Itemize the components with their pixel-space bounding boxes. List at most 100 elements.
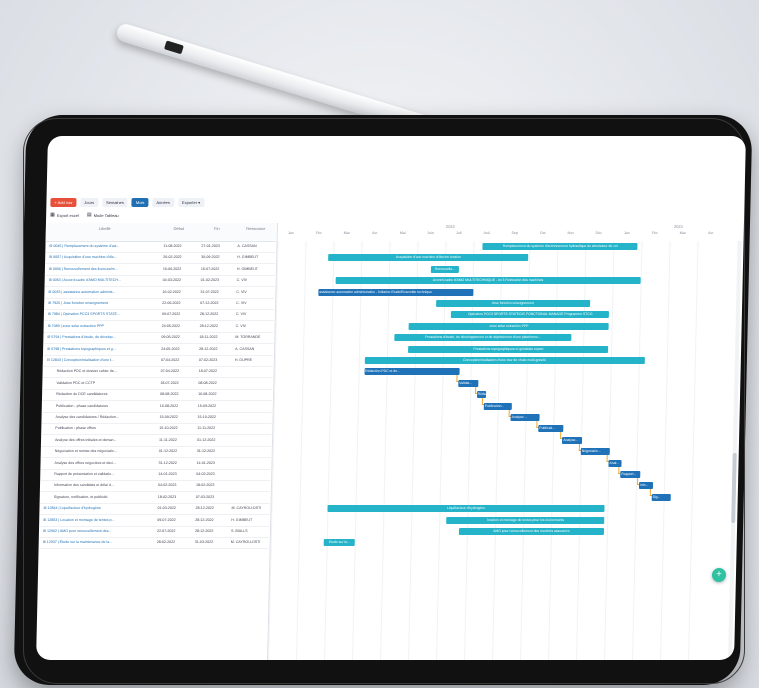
gantt-bar[interactable]: zone solar extraction PPP [409,322,609,330]
gantt-bar[interactable]: Liquéfacteur d'hydrogène [327,505,605,513]
month-label: Juil [455,231,462,235]
export-menu-button[interactable]: Exporter ▾ [177,197,205,207]
task-row[interactable]: ⊞ 12937 | Étude sur la maintenance de la… [38,537,269,550]
gantt-bar[interactable]: AMO pour renouvellement des marchés assu… [458,528,605,535]
task-row[interactable]: Analyse des candidatures / Rédaction... 1… [41,412,272,424]
col-end-header[interactable]: Fin [202,223,232,235]
view-weeks-button[interactable]: Semaines [102,197,129,207]
gantt-bar[interactable]: assistance automation administrative - I… [318,288,474,296]
gantt-bar[interactable]: Prestations topographiques et géodésie e… [408,345,609,353]
gantt-bar[interactable]: Rédac... [476,391,486,399]
gantt-bar[interactable]: Accord-cadre d'AMO MULTITECHNIQUE - lot … [335,277,641,285]
view-years-button[interactable]: Années [152,197,175,207]
task-row[interactable]: Publication - phase candidatures 16-08-20… [41,400,272,413]
task-end-date: 01-12-2022 [197,437,216,442]
gantt-bar[interactable]: Validat... [458,379,478,387]
task-end-date: 30-09-2022 [201,255,220,260]
gantt-bar[interactable]: Négociatio... [580,448,610,456]
task-row[interactable]: ⊞ 0053 | Accord-cadre d'AMO MULTITECH...… [44,275,275,288]
task-row[interactable]: Analyse des offres négociées et deci... 3… [40,457,271,470]
view-months-button[interactable]: Mois [131,197,149,207]
task-row[interactable]: ⊞ 7089 | zone solar extraction PPP 24-05-… [43,320,274,333]
task-end-date: 04-02-2023 [196,472,215,476]
col-label-header[interactable]: Libellé [50,223,160,235]
table-mode-button[interactable]: ▤ Mode Tableau [87,212,119,218]
year-label: 2022 [445,224,455,229]
task-resource: M. TORRANDE [235,335,261,340]
gantt-bar[interactable]: Etude sur la... [323,539,355,547]
month-label: Aoû [483,231,490,235]
task-row[interactable]: Validation PDC et CCTP 18-07-2022 08-08-20… [42,377,273,390]
gantt-bar[interactable]: Analyse... [562,436,583,444]
col-start-header[interactable]: Début [164,223,194,235]
task-row[interactable]: Négociation et remise des négociatio... 0… [40,446,271,459]
gantt-bar[interactable]: Analyse ... [510,414,540,421]
task-label: ⊞ 12937 | Étude sur la maintenance de la… [42,540,113,545]
secondary-toolbar: ▦ Export excel ▤ Mode Tableau [50,210,119,220]
task-row[interactable]: Analyse des offres initiales et deman...… [40,434,272,447]
task-label: Publication - phase candidatures [55,403,109,408]
task-resource: C. VIV [236,278,248,283]
month-label: Déc [595,231,602,235]
task-end-date: 01-02-2023 [200,278,220,283]
task-end-date: 18-02-2023 [195,483,215,488]
gantt-bar[interactable]: Conception/réalisation d'une tour de chu… [364,357,645,364]
gantt-bar[interactable]: Acquisition d'une machine d'électro éros… [328,254,529,262]
month-gridline [632,241,643,660]
task-end-date: 07-12-2022 [200,301,219,305]
gantt-bar[interactable]: Opération PCC3 SPORTS STATEGIC FONCTIONA… [451,311,610,319]
task-row[interactable]: ⊞ 0045 | Remplacement du système d'act..… [45,241,276,253]
task-row[interactable]: Signature, notification, et publicité 18-… [39,491,270,504]
month-label: Jan [623,231,630,235]
task-row[interactable]: ⊞ 0056 | Renouvellement des licences/m..… [44,263,276,276]
gantt-bar[interactable]: Info... [638,482,653,490]
task-row[interactable]: ⊞ 5794 | Prestations d'étude, de dévelop… [43,332,274,345]
task-resource: A. CASSAN [237,244,257,248]
task-row[interactable]: ⊞ 12853 | Location et montage de tentes … [39,514,270,527]
gantt-bar[interactable]: Jose fonction enseignement [435,300,590,307]
task-start-date: 04-03-2022 [162,278,182,283]
task-end-date: 28-12-2022 [195,517,214,522]
month-gridline [660,241,671,660]
gantt-bar[interactable]: Sig... [651,493,671,501]
task-end-date: 18-11-2022 [199,335,218,340]
gantt-bar[interactable]: Publication... [483,402,512,410]
gantt-bar[interactable]: Rédaction PDC et do... [364,368,460,376]
task-start-date: 15-09-2022 [159,415,179,419]
month-label: Avr [372,231,378,235]
task-label: ⊞ 12902 | AMO pour renouvellement des... [42,529,112,533]
task-start-date: 24-05-2022 [161,323,181,328]
task-start-date: 24-05-2022 [161,346,180,351]
view-days-button[interactable]: Jours [80,197,99,207]
task-row[interactable]: Rapport de présentation et validatio... 1… [40,469,271,481]
task-row[interactable]: ⊞ 0057 | Acquisition d'une machine d'éle… [45,252,276,265]
export-excel-label: Export excel [56,212,79,218]
task-row[interactable]: Rédaction PDC et dossier cahier de... 07-… [42,366,273,379]
gantt-bar[interactable]: Publicati... [538,425,564,433]
task-row[interactable]: ⊞ 0033 | assistance automation adminis..… [44,286,275,299]
gantt-bar[interactable]: location et montage de tentes pour les é… [446,516,605,524]
task-label: ⊞ 5794 | Prestations d'étude, de dévelop… [47,335,116,340]
task-row[interactable]: ⊞ 12902 | AMO pour renouvellement des...… [38,526,270,538]
task-start-date: 18-07-2022 [160,380,179,385]
task-row[interactable]: Information des candidats et délai d... 0… [39,480,271,493]
task-row[interactable]: ⊟ 12843 | Conception/réalisation d'une t… [42,355,273,367]
gantt-bar[interactable]: Anal... [608,459,622,467]
export-excel-button[interactable]: ▦ Export excel [50,212,79,218]
task-row[interactable]: ⊞ 7984 | Opération PCC3 SPORTS STATE... 0… [43,309,275,322]
task-row[interactable]: ⊞ 7926 | Jose fonction enseignement 22-06… [43,298,275,310]
scrollbar-thumb[interactable] [731,453,737,523]
gantt-bar[interactable]: Prestations d'étude, de développement et… [394,334,572,342]
task-row[interactable]: Rédaction du DCE candidatures 08-08-2022 1… [41,389,273,402]
col-resource-header[interactable]: Ressource [238,223,274,235]
task-row[interactable]: Publication - phase offres 15-10-2022 11-1… [41,423,272,436]
task-resource: C. VIV [235,312,247,317]
task-row[interactable]: ⊞ 12844 | Liquéfacteur d'hydrogène 01-03-… [39,503,270,516]
gantt-bar[interactable]: Remplacement du système d'actionnement h… [482,243,638,250]
task-label: ⊞ 5798 | Prestations topographiques et g… [47,346,116,351]
add-button[interactable]: + Add row [50,197,77,207]
gantt-bar[interactable]: Renouvella... [430,265,460,273]
task-row[interactable]: ⊞ 5798 | Prestations topographiques et g… [42,343,274,356]
gantt-bar[interactable]: Rapport... [620,471,641,478]
month-gridline [688,241,699,660]
